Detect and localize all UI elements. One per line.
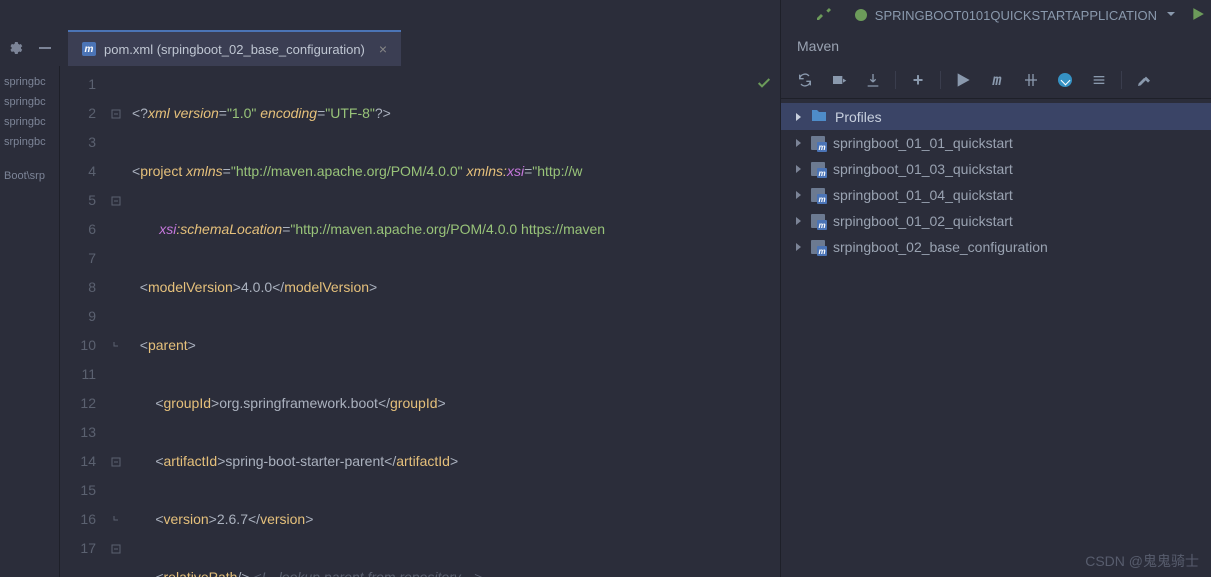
fold-icon[interactable]: [106, 186, 126, 215]
reload-icon[interactable]: [793, 68, 817, 92]
tree-module[interactable]: m srpingboot_02_base_configuration: [781, 234, 1211, 260]
maven-module-icon: m: [811, 136, 825, 150]
run-config-selector[interactable]: SPRINGBOOT0101QUICKSTARTAPPLICATION: [847, 8, 1185, 23]
tree-module[interactable]: m springboot_01_03_quickstart: [781, 156, 1211, 182]
watermark: CSDN @鬼鬼骑士: [1085, 551, 1199, 571]
maven-toolbar: + m: [781, 62, 1211, 99]
maven-module-icon: m: [811, 214, 825, 228]
chevron-right-icon: [793, 161, 803, 177]
tree-label: springboot_01_03_quickstart: [833, 161, 1013, 177]
tree-module[interactable]: m srpingboot_01_02_quickstart: [781, 208, 1211, 234]
gear-icon[interactable]: [0, 30, 30, 66]
run-icon[interactable]: [951, 68, 975, 92]
fold-icon[interactable]: [106, 447, 126, 476]
add-icon[interactable]: +: [906, 68, 930, 92]
line-gutter: 1234567891011121314151617: [60, 66, 106, 577]
settings-icon[interactable]: [1132, 68, 1156, 92]
maven-module-icon: m: [811, 188, 825, 202]
maven-module-icon: m: [811, 240, 825, 254]
chevron-down-icon: [1165, 8, 1177, 23]
run-toolbar: SPRINGBOOT0101QUICKSTARTAPPLICATION: [0, 0, 1211, 30]
maven-file-icon: m: [82, 42, 96, 56]
tab-label: pom.xml (srpingboot_02_base_configuratio…: [104, 42, 365, 57]
maven-title: Maven: [781, 28, 1211, 62]
run-config-dot-icon: [855, 9, 867, 21]
code-area[interactable]: <?xml version="1.0" encoding="UTF-8"?> <…: [126, 66, 780, 577]
tree-profiles[interactable]: Profiles: [781, 103, 1211, 130]
chevron-right-icon: [793, 213, 803, 229]
tree-label: springboot_01_04_quickstart: [833, 187, 1013, 203]
sidebar-item[interactable]: srpingbc: [0, 132, 59, 152]
toggle-offline-icon[interactable]: [1019, 68, 1043, 92]
tree-module[interactable]: m springboot_01_01_quickstart: [781, 130, 1211, 156]
fold-gutter: [106, 66, 126, 577]
sidebar-item[interactable]: Boot\srp: [0, 166, 59, 186]
fold-icon[interactable]: [106, 534, 126, 563]
tree-label: srpingboot_01_02_quickstart: [833, 213, 1013, 229]
fold-end-icon[interactable]: [106, 331, 126, 360]
tree-label: springboot_01_01_quickstart: [833, 135, 1013, 151]
collapse-icon[interactable]: [30, 30, 60, 66]
fold-icon[interactable]: [106, 99, 126, 128]
no-problems-icon[interactable]: [756, 72, 772, 101]
run-config-label: SPRINGBOOT0101QUICKSTARTAPPLICATION: [875, 8, 1157, 23]
tab-pom-xml[interactable]: m pom.xml (srpingboot_02_base_configurat…: [68, 30, 401, 66]
tree-label: srpingboot_02_base_configuration: [833, 239, 1048, 255]
folder-icon: [811, 108, 827, 125]
maven-panel: Maven + m Profiles m springboot_01_01_qu…: [780, 0, 1211, 577]
sidebar-item[interactable]: springbc: [0, 72, 59, 92]
editor-tabs: m pom.xml (srpingboot_02_base_configurat…: [0, 30, 780, 66]
tree-label: Profiles: [835, 109, 882, 125]
nav-sidebar: springbc springbc springbc srpingbc Boot…: [0, 66, 60, 577]
fold-end-icon[interactable]: [106, 505, 126, 534]
download-sources-icon[interactable]: [861, 68, 885, 92]
build-icon[interactable]: [817, 6, 833, 25]
chevron-right-icon: [793, 135, 803, 151]
execute-maven-goal-icon[interactable]: m: [985, 68, 1009, 92]
sidebar-item[interactable]: springbc: [0, 92, 59, 112]
chevron-right-icon: [793, 109, 803, 125]
generate-sources-icon[interactable]: [827, 68, 851, 92]
close-icon[interactable]: ×: [379, 41, 387, 57]
chevron-right-icon: [793, 239, 803, 255]
tree-module[interactable]: m springboot_01_04_quickstart: [781, 182, 1211, 208]
chevron-right-icon: [793, 187, 803, 203]
maven-module-icon: m: [811, 162, 825, 176]
code-editor[interactable]: 1234567891011121314151617 <?xml version=…: [60, 66, 780, 577]
run-icon[interactable]: [1191, 7, 1205, 24]
skip-tests-icon[interactable]: [1053, 68, 1077, 92]
sidebar-item[interactable]: springbc: [0, 112, 59, 132]
show-dependencies-icon[interactable]: [1087, 68, 1111, 92]
maven-tree: Profiles m springboot_01_01_quickstart m…: [781, 99, 1211, 264]
